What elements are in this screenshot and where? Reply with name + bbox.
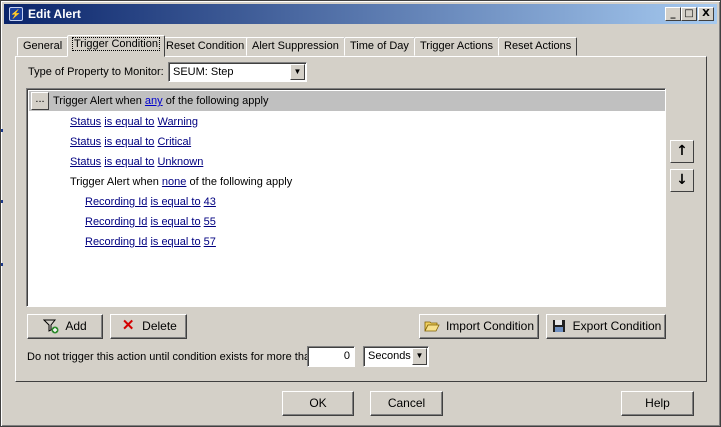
condition-operator-link[interactable]: is equal to: [150, 216, 200, 228]
nested-condition-row[interactable]: Recording Id is equal to 43: [85, 196, 216, 208]
condition-value-link[interactable]: Warning: [157, 116, 198, 128]
app-icon: ⚡: [9, 7, 23, 21]
nested-condition-row[interactable]: Recording Id is equal to 55: [85, 216, 216, 228]
edge-artifact: [1, 200, 3, 203]
condition-field-link[interactable]: Recording Id: [85, 236, 147, 248]
condition-row[interactable]: Status is equal to Unknown: [70, 156, 203, 168]
arrow-up-icon: ↑: [676, 143, 688, 159]
condition-value-link[interactable]: Critical: [157, 136, 191, 148]
condition-field-link[interactable]: Status: [70, 136, 101, 148]
root-condition-text: Trigger Alert when any of the following …: [53, 95, 268, 107]
cancel-button[interactable]: Cancel: [370, 391, 443, 416]
delay-label: Do not trigger this action until conditi…: [27, 351, 317, 363]
folder-open-icon: [424, 315, 440, 337]
chevron-down-icon[interactable]: ▼: [290, 64, 305, 80]
edit-alert-window: ⚡ Edit Alert _ □ X General Trigger Condi…: [0, 0, 721, 427]
tab-strip: General Trigger Condition Reset Conditio…: [15, 35, 705, 57]
property-type-label: Type of Property to Monitor:: [28, 66, 164, 78]
group-prefix: Trigger Alert when: [70, 176, 159, 188]
condition-operator-link[interactable]: is equal to: [104, 156, 154, 168]
group-suffix: of the following apply: [189, 176, 293, 188]
minimize-button[interactable]: _: [665, 7, 681, 21]
condition-operator-link[interactable]: is equal to: [104, 136, 154, 148]
maximize-button[interactable]: □: [681, 7, 697, 21]
tab-alert-suppression[interactable]: Alert Suppression: [246, 37, 345, 56]
tree-root-row[interactable]: ... Trigger Alert when any of the follow…: [29, 91, 665, 111]
condition-value-link[interactable]: Unknown: [157, 156, 203, 168]
export-condition-button[interactable]: Export Condition: [546, 314, 666, 339]
condition-value-link[interactable]: 43: [204, 196, 216, 208]
condition-row[interactable]: Status is equal to Warning: [70, 116, 198, 128]
tab-reset-condition[interactable]: Reset Condition: [160, 37, 251, 56]
move-down-button[interactable]: ↓: [670, 169, 694, 192]
move-up-button[interactable]: ↑: [670, 140, 694, 163]
tab-trigger-actions[interactable]: Trigger Actions: [414, 37, 499, 56]
delay-unit-select[interactable]: Seconds ▼: [363, 346, 429, 367]
condition-operator-link[interactable]: is equal to: [150, 236, 200, 248]
condition-field-link[interactable]: Status: [70, 156, 101, 168]
import-condition-button[interactable]: Import Condition: [419, 314, 539, 339]
condition-field-link[interactable]: Recording Id: [85, 216, 147, 228]
tab-reset-actions[interactable]: Reset Actions: [498, 37, 578, 56]
root-quantifier-link[interactable]: any: [145, 95, 163, 107]
root-suffix: of the following apply: [165, 95, 269, 107]
tab-time-of-day[interactable]: Time of Day: [344, 37, 415, 56]
delay-unit-value: Seconds: [368, 350, 411, 362]
condition-tree[interactable]: ... Trigger Alert when any of the follow…: [26, 88, 666, 307]
delay-value-input[interactable]: 0: [307, 346, 355, 367]
ok-button[interactable]: OK: [282, 391, 354, 416]
nested-condition-row[interactable]: Recording Id is equal to 57: [85, 236, 216, 248]
group-condition-row[interactable]: Trigger Alert when none of the following…: [70, 176, 292, 188]
edge-artifact: [1, 129, 3, 132]
condition-operator-link[interactable]: is equal to: [104, 116, 154, 128]
group-quantifier-link[interactable]: none: [162, 176, 186, 188]
root-prefix: Trigger Alert when: [53, 95, 142, 107]
delete-button[interactable]: ✕ Delete: [110, 314, 187, 339]
condition-value-link[interactable]: 55: [204, 216, 216, 228]
property-type-value: SEUM: Step: [173, 66, 234, 78]
title-bar[interactable]: ⚡ Edit Alert _ □ X: [4, 4, 717, 24]
condition-field-link[interactable]: Recording Id: [85, 196, 147, 208]
close-button[interactable]: X: [698, 7, 714, 21]
condition-field-link[interactable]: Status: [70, 116, 101, 128]
condition-row[interactable]: Status is equal to Critical: [70, 136, 191, 148]
help-button[interactable]: Help: [621, 391, 694, 416]
condition-operator-link[interactable]: is equal to: [150, 196, 200, 208]
condition-value-link[interactable]: 57: [204, 236, 216, 248]
delete-x-icon: ✕: [121, 317, 135, 334]
funnel-add-icon: [43, 315, 59, 337]
chevron-down-icon[interactable]: ▼: [412, 348, 427, 365]
window-title: Edit Alert: [28, 7, 81, 21]
save-disk-icon: [551, 315, 567, 337]
edge-artifact: [1, 263, 3, 266]
root-options-button[interactable]: ...: [31, 92, 49, 110]
property-type-select[interactable]: SEUM: Step ▼: [168, 62, 307, 82]
tab-general[interactable]: General: [17, 37, 69, 56]
arrow-down-icon: ↓: [676, 172, 688, 188]
add-button[interactable]: Add: [27, 314, 103, 339]
tab-trigger-condition[interactable]: Trigger Condition: [67, 35, 165, 57]
